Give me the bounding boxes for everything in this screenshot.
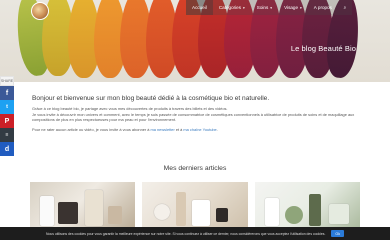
buffer-icon: ≡: [5, 132, 9, 138]
nav-item-label: Visage: [284, 5, 299, 10]
search-button[interactable]: ⌕: [337, 0, 352, 15]
main-nav: Accueil Catégories ▾ Soins ▾ Visage ▾ A …: [186, 0, 352, 15]
chevron-down-icon: ▾: [300, 5, 302, 10]
chevron-down-icon: ▾: [243, 5, 245, 10]
social-share-bar: SHARE f t P ≡ d: [0, 76, 14, 156]
share-label: SHARE: [0, 76, 14, 86]
article-card[interactable]: [142, 182, 248, 232]
intro-text: Grâce à ce blog beauté bio, je partage a…: [32, 106, 228, 111]
facebook-icon: f: [5, 89, 9, 97]
buffer-share-button[interactable]: ≡: [0, 128, 14, 142]
nav-item-label: A propos: [313, 5, 332, 10]
pinterest-icon: P: [4, 117, 10, 125]
article-card[interactable]: [254, 182, 360, 232]
nav-item-visage[interactable]: Visage ▾: [278, 0, 308, 15]
cookie-ok-button[interactable]: Ok: [331, 230, 344, 237]
product-image: [154, 204, 171, 220]
youtube-link[interactable]: ma chaîne Youtube: [183, 127, 216, 132]
article-card[interactable]: [30, 182, 136, 232]
latest-articles-title: Mes derniers articles: [163, 165, 227, 172]
chevron-down-icon: ▾: [270, 5, 273, 10]
pinterest-share-button[interactable]: P: [0, 114, 14, 128]
product-image: [328, 204, 349, 224]
intro-text: Je vous invite à découvrir mon univers e…: [32, 111, 355, 123]
product-image: [264, 198, 279, 226]
product-image: [216, 208, 229, 222]
product-image: [108, 206, 122, 224]
nav-item-categories[interactable]: Catégories ▾: [212, 0, 251, 15]
newsletter-link[interactable]: ma newsletter: [151, 127, 175, 132]
nav-item-soins[interactable]: Soins ▾: [250, 0, 279, 15]
delicious-share-button[interactable]: d: [0, 142, 14, 156]
intro-section: Bonjour et bienvenue sur mon blog beauté…: [32, 95, 362, 136]
twitter-share-button[interactable]: t: [0, 100, 14, 114]
product-image: [58, 202, 78, 224]
site-logo[interactable]: [31, 2, 49, 20]
intro-heading: Bonjour et bienvenue sur mon blog beauté…: [32, 95, 270, 102]
product-image: [192, 200, 211, 226]
nav-item-label: Accueil: [192, 5, 207, 10]
page: Accueil Catégories ▾ Soins ▾ Visage ▾ A …: [0, 0, 390, 240]
hero-title: Le blog Beauté Bio: [290, 44, 356, 53]
cookie-text: Nous utilisons des cookies pour vous gar…: [46, 231, 326, 236]
nav-item-label: Catégories: [218, 5, 242, 10]
nav-item-a-propos[interactable]: A propos: [307, 0, 338, 15]
nav-item-label: Soins: [256, 5, 269, 10]
twitter-icon: t: [6, 104, 8, 110]
hero-banner: Accueil Catégories ▾ Soins ▾ Visage ▾ A …: [0, 0, 390, 82]
product-image: [40, 196, 54, 226]
facebook-share-button[interactable]: f: [0, 86, 14, 100]
cookie-bar: Nous utilisons des cookies pour vous gar…: [0, 227, 390, 240]
article-cards: [30, 182, 360, 232]
product-image: [176, 192, 187, 226]
product-image: [308, 194, 321, 226]
intro-paragraph: Grâce à ce blog beauté bio, je partage a…: [32, 106, 362, 123]
search-icon: ⌕: [343, 5, 347, 10]
subscribe-text: .: [216, 126, 218, 132]
product-image: [284, 206, 303, 224]
nav-item-accueil[interactable]: Accueil: [186, 0, 213, 15]
product-image: [85, 190, 103, 226]
delicious-icon: d: [4, 145, 10, 153]
subscribe-paragraph: Pour ne rater aucun article ou vidéo, je…: [32, 127, 362, 133]
subscribe-text: Pour ne rater aucun article ou vidéo, je…: [32, 126, 151, 132]
